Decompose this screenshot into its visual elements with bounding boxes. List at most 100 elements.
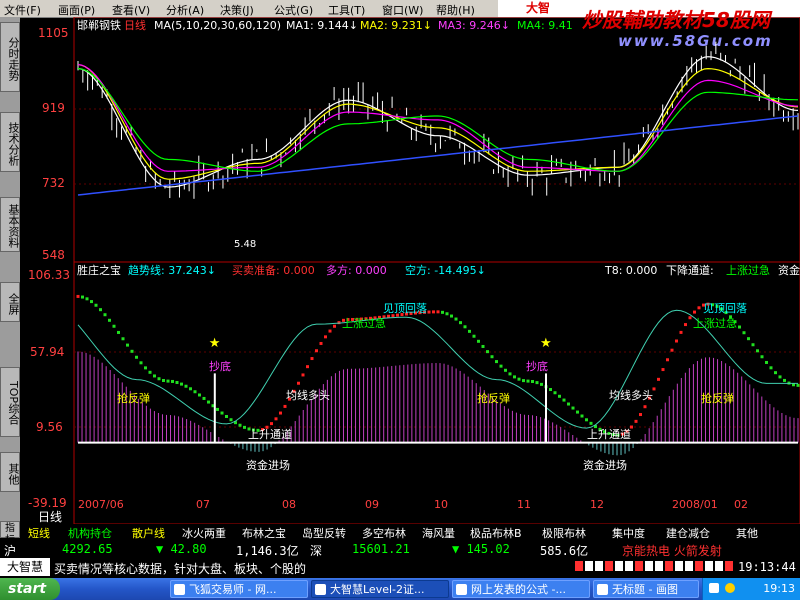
side-tab-indicator[interactable]: 指标 — [0, 521, 20, 546]
menu-help[interactable]: 帮助(H) — [436, 2, 475, 18]
lower-ytick: -39.19 — [28, 496, 67, 510]
start-button[interactable]: start — [0, 578, 60, 600]
trend-point — [495, 360, 498, 364]
trend-point — [486, 350, 489, 354]
x-axis: 2007/06 07 08 09 10 11 12 2008/01 02 — [78, 498, 748, 511]
volume-icon[interactable] — [725, 583, 735, 593]
trend-point — [778, 375, 782, 379]
menu-file[interactable]: 文件(F) — [4, 2, 41, 18]
task-dazhihui[interactable]: 大智慧Level-2证... — [311, 580, 449, 598]
trend-point — [283, 404, 287, 408]
trend-point — [274, 417, 278, 421]
news-ticker[interactable]: 京能热电 火箭发射 — [622, 542, 722, 559]
annotation: 资金进场 — [583, 458, 627, 472]
menu-screen[interactable]: 画面(P) — [58, 2, 95, 18]
trend-point — [472, 334, 476, 338]
status-ticker: 买卖情况等核心数据，针对大盘、板块、个股的 — [54, 562, 307, 576]
trend-point — [468, 329, 471, 333]
menu-formula[interactable]: 公式(G) — [274, 2, 313, 18]
tab-bollinger-treasure[interactable]: 布林之宝 — [242, 525, 286, 541]
trend-point — [279, 411, 282, 415]
trend-point — [549, 388, 552, 392]
trend-point — [432, 310, 435, 314]
side-tab-fundamental[interactable]: 基本资料 — [0, 197, 20, 252]
task-paint[interactable]: 无标题 - 画图 — [593, 580, 699, 598]
progress-cell — [615, 561, 623, 571]
trend-point — [189, 387, 192, 391]
trend-point — [319, 341, 323, 345]
annotation: 抢反弹 — [701, 391, 734, 405]
tray-icon[interactable] — [709, 583, 719, 593]
trend-point — [441, 310, 444, 314]
annotation: 上涨过急 — [342, 316, 386, 330]
t8-readout: T8: 0.000 — [604, 264, 657, 277]
long-readout: 多方: 0.000 — [326, 263, 387, 277]
trend-point — [760, 355, 764, 359]
menu-tools[interactable]: 工具(T) — [328, 2, 365, 18]
progress-strip — [575, 561, 733, 571]
task-feihu[interactable]: 飞狐交易师 - 网... — [170, 580, 308, 598]
progress-cell — [665, 561, 673, 571]
trend-point — [144, 366, 147, 370]
tab-other[interactable]: 其他 — [736, 525, 758, 541]
trend-point — [783, 378, 786, 382]
status-brand: 大智慧 — [0, 558, 50, 576]
trend-point — [670, 348, 674, 352]
tab-bollinger-b[interactable]: 极品布林B — [470, 525, 522, 541]
progress-cell — [655, 561, 663, 571]
side-tab-technical[interactable]: 技术分析 — [0, 112, 20, 172]
sh-label: 沪 — [4, 544, 17, 558]
trend-point — [220, 411, 224, 415]
trend-point — [450, 314, 453, 318]
side-tab-fullscreen[interactable]: 全屏 — [0, 282, 20, 322]
tab-icefire[interactable]: 冰火两重 — [182, 525, 226, 541]
annotation: 抢反弹 — [117, 391, 150, 405]
trend-point — [112, 324, 116, 328]
trend-point — [166, 379, 170, 383]
trend-point — [513, 375, 516, 379]
trend-point — [517, 377, 521, 381]
menu-window[interactable]: 窗口(W) — [382, 2, 423, 18]
brand-logo: 大智 — [498, 0, 578, 17]
tab-sea-wind[interactable]: 海风量 — [422, 525, 455, 541]
trend-point — [135, 355, 138, 359]
menu-view[interactable]: 查看(V) — [112, 2, 150, 18]
ma-line — [77, 56, 799, 188]
progress-cell — [605, 561, 613, 571]
task-formula-doc[interactable]: 网上发表的公式 -... — [452, 580, 590, 598]
trend-point — [526, 379, 530, 383]
menu-analysis[interactable]: 分析(A) — [166, 2, 204, 18]
trend-point — [126, 343, 129, 347]
indicator-tab-strip: 短线 机构持仓 散户线 冰火两重 布林之宝 岛型反转 多空布林 海风量 极品布林… — [20, 524, 800, 540]
tab-short[interactable]: 短线 — [28, 525, 50, 541]
trend-point — [216, 407, 219, 411]
x-tick: 09 — [365, 498, 379, 511]
trend-point — [85, 297, 89, 301]
side-tab-other[interactable]: 其他 — [0, 452, 20, 492]
tab-longshort-bollinger[interactable]: 多空布林 — [362, 525, 406, 541]
task-label: 无标题 - 画图 — [612, 583, 678, 596]
tab-build-reduce[interactable]: 建仓减仓 — [666, 525, 710, 541]
side-tab-intraday[interactable]: 分时走势 — [0, 22, 20, 92]
ma-line — [77, 64, 799, 180]
trend-point — [580, 414, 584, 418]
sh-change: ▼ 42.80 — [156, 542, 207, 556]
side-tab-top[interactable]: TOP综合 — [0, 367, 20, 437]
tab-island-reversal[interactable]: 岛型反转 — [302, 525, 346, 541]
tab-retail[interactable]: 散户线 — [132, 525, 165, 541]
tab-institution[interactable]: 机构持仓 — [68, 525, 112, 541]
ma2-readout: MA2: 9.231↓ — [360, 19, 432, 32]
trend-point — [301, 373, 305, 377]
trend-point — [531, 379, 534, 383]
menu-decision[interactable]: 决策(J) — [220, 2, 254, 18]
info-status-bar: 大智慧 买卖情况等核心数据，针对大盘、板块、个股的 19:13:44 — [0, 558, 800, 576]
period-tab-label[interactable]: 日线 — [38, 510, 62, 524]
trend-point — [229, 418, 233, 422]
trend-point — [477, 339, 480, 343]
star-icon: ★ — [209, 336, 221, 351]
trend-point — [634, 419, 638, 423]
trend-point — [139, 361, 143, 365]
tab-bollinger-limit[interactable]: 极限布林 — [542, 525, 586, 541]
trend-point — [153, 374, 156, 378]
tab-concentration[interactable]: 集中度 — [612, 525, 645, 541]
